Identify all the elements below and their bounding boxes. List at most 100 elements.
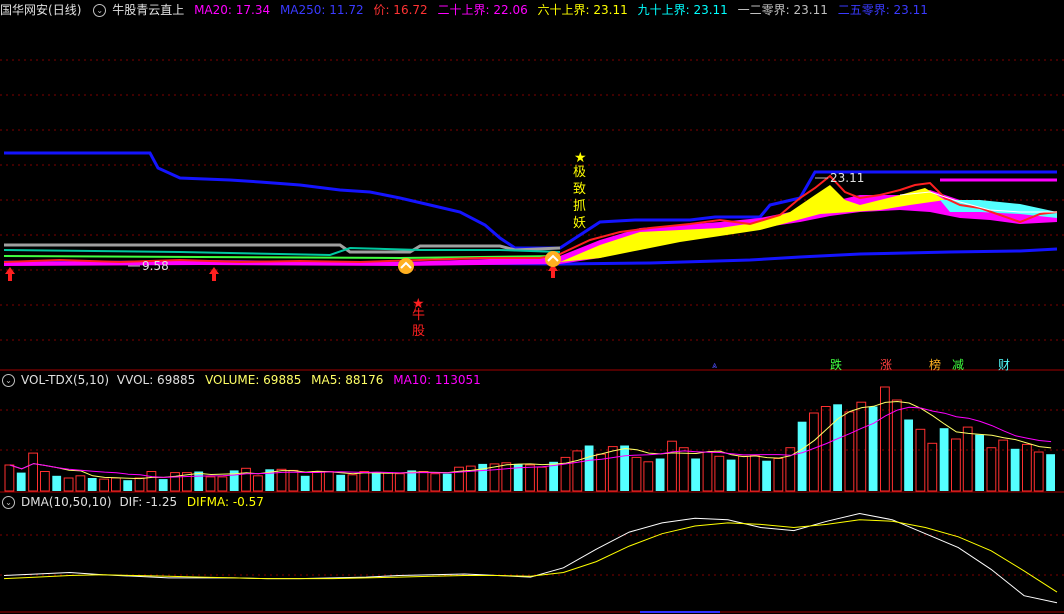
volume-bar [726, 459, 736, 491]
volume-bar [99, 478, 109, 492]
volume-bar [927, 442, 938, 492]
volume-bar [714, 455, 725, 492]
volume-bar [63, 477, 74, 492]
volume-bar [28, 452, 39, 492]
low-price-label: 9.58 [142, 259, 169, 273]
volume-bar [691, 458, 700, 491]
volume-bars [4, 386, 1055, 492]
volume-bar [158, 479, 168, 491]
volume-bar [678, 447, 689, 492]
buy-arrow-icon [5, 267, 15, 281]
volume-bar [4, 464, 15, 492]
volume-indicator-name[interactable]: VOL-TDX(5,10) [21, 373, 109, 387]
category-finance[interactable]: 财 [998, 356, 1010, 373]
volume-bar [1046, 454, 1055, 491]
volume-bar [40, 471, 50, 492]
volume-bar [856, 401, 867, 492]
volume-bar [312, 471, 322, 492]
volume-bar [820, 406, 831, 492]
dif-value: DIF: -1.25 [119, 495, 178, 509]
volume-bar [773, 458, 784, 492]
volume-bar [939, 428, 949, 491]
volume-bar [762, 460, 771, 491]
volume-bar [525, 464, 535, 492]
volume-bar [797, 421, 807, 491]
dma-toggle-icon[interactable]: ⌄ [2, 496, 15, 509]
volume-bar [194, 471, 204, 491]
volume-bar [915, 428, 926, 492]
volume-pane-header: ⌄ VOL-TDX(5,10) VVOL: 69885 VOLUME: 69885… [0, 371, 487, 389]
category-fall[interactable]: 跌 [830, 356, 842, 373]
category-rank[interactable]: 榜 [929, 356, 941, 373]
volume-bar [904, 419, 913, 491]
volume-bar [1033, 451, 1044, 492]
volume-bar [536, 466, 547, 492]
ma5-value: MA5: 88176 [311, 373, 384, 387]
volume-bar [52, 475, 62, 491]
volume-bar [643, 461, 654, 492]
volume-bar [655, 458, 665, 491]
volume-bar [75, 475, 86, 492]
volume-bar [323, 471, 334, 492]
difma-value: DIFMA: -0.57 [186, 495, 264, 509]
volume-toggle-icon[interactable]: ⌄ [2, 374, 15, 387]
ma10-value: MA10: 113051 [393, 373, 481, 387]
volume-bar [631, 456, 642, 492]
volume-bar [87, 478, 97, 491]
volume-bar [1022, 443, 1032, 492]
volume-bar [749, 454, 760, 492]
volume-bar [998, 439, 1009, 492]
volume-bar [288, 469, 299, 492]
volume-bar [347, 474, 358, 492]
volume-bar [111, 477, 121, 492]
teal-bound-line [3, 246, 561, 257]
volume-bar [667, 440, 677, 492]
volume-bar [430, 473, 441, 492]
dma-difma-line [3, 519, 1058, 593]
volume-bar [1010, 448, 1020, 492]
tag-bottom: 牛股 [412, 308, 426, 339]
volume-bar [986, 447, 997, 492]
dma-dif-line [3, 512, 1058, 604]
volume-bar [134, 477, 145, 492]
volume-bar [418, 471, 429, 492]
dma-indicator-name[interactable]: DMA(10,50,10) [21, 495, 112, 509]
volume-bar [123, 480, 133, 491]
buy-arrow-icon [209, 267, 219, 281]
volume-ma10-line [9, 406, 1052, 478]
volume-bar [16, 472, 26, 491]
volume-bar [241, 467, 251, 492]
volume-bar [844, 411, 855, 492]
volume-bar [620, 445, 629, 491]
volume-bar [572, 450, 583, 492]
volume-bar [170, 472, 180, 492]
dma-pane-header: ⌄ DMA(10,50,10) DIF: -1.25 DIFMA: -0.57 [0, 493, 270, 511]
category-reduce[interactable]: 减 [952, 356, 964, 373]
volume-bar [217, 476, 228, 492]
volume-bar [738, 455, 748, 492]
volume-bar [607, 446, 618, 492]
high-price-label: 23.11 [830, 171, 865, 185]
volume-bar [962, 426, 973, 492]
vvol-value: VVOL: 69885 [116, 373, 196, 387]
volume-bar [868, 406, 878, 491]
volume-bar [300, 475, 310, 491]
volume-bar [501, 462, 512, 492]
volume-value: VOLUME: 69885 [205, 373, 302, 387]
volume-bar [702, 451, 713, 492]
buy-arrow-icons [5, 264, 558, 281]
category-rise[interactable]: 涨 [880, 356, 892, 373]
volume-bar [336, 474, 346, 492]
signal-circle-icon [545, 251, 561, 267]
volume-bar [371, 472, 381, 491]
volume-bar [407, 470, 417, 491]
volume-bar [383, 472, 393, 492]
small-marker-icon: ⩓ [712, 361, 717, 371]
volume-bar [394, 473, 405, 492]
volume-bar [205, 476, 216, 492]
volume-bar [951, 438, 961, 492]
volume-bar [891, 399, 902, 492]
chart-canvas[interactable]: ★ ★ ⩓ [0, 0, 1064, 614]
volume-bar [146, 471, 157, 492]
tag-top: 极致抓妖 [573, 165, 587, 231]
